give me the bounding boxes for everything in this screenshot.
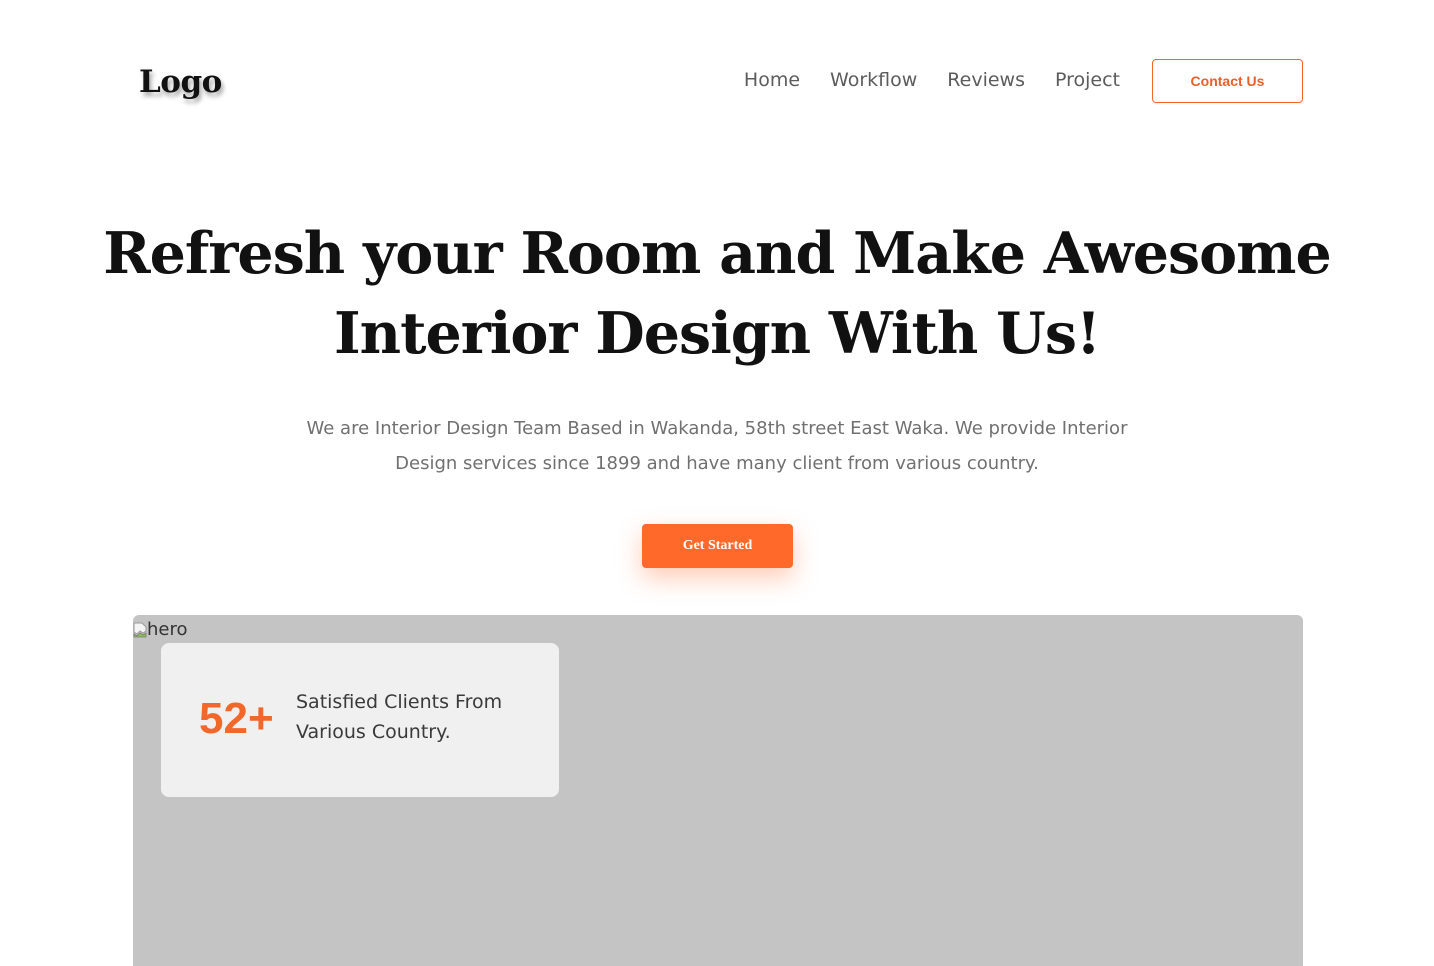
stat-text-line-2: Various Country. [296, 721, 451, 743]
get-started-button[interactable]: Get Started [642, 524, 793, 568]
nav-link-workflow[interactable]: Workflow [830, 64, 917, 96]
hero-image-alt-text: hero [147, 619, 188, 640]
hero-title-line-1: Refresh your Room and Make Awesome [103, 220, 1331, 287]
hero-title-line-2: Interior Design With Us! [334, 300, 1101, 367]
hero-image-alt: hero [133, 619, 188, 640]
landing-page: Logo Home Workflow Reviews Project Conta… [0, 0, 1434, 966]
stat-text-line-1: Satisfied Clients From [296, 691, 503, 713]
main-nav: Home Workflow Reviews Project [744, 64, 1120, 96]
hero-subtitle: We are Interior Design Team Based in Wak… [257, 411, 1177, 481]
contact-us-button[interactable]: Contact Us [1152, 59, 1303, 103]
stat-number: 52+ [199, 694, 274, 743]
hero-subtitle-line-2: Design services since 1899 and have many… [395, 453, 1039, 474]
stat-description: Satisfied Clients From Various Country. [296, 687, 536, 747]
logo[interactable]: Logo [139, 62, 222, 102]
stat-card: 52+ Satisfied Clients From Various Count… [161, 643, 559, 797]
nav-link-home[interactable]: Home [744, 64, 800, 96]
nav-link-project[interactable]: Project [1055, 64, 1120, 96]
nav-link-reviews[interactable]: Reviews [947, 64, 1025, 96]
broken-image-icon [133, 622, 147, 638]
hero-subtitle-line-1: We are Interior Design Team Based in Wak… [306, 418, 1128, 439]
hero-title: Refresh your Room and Make Awesome Inter… [0, 214, 1434, 374]
